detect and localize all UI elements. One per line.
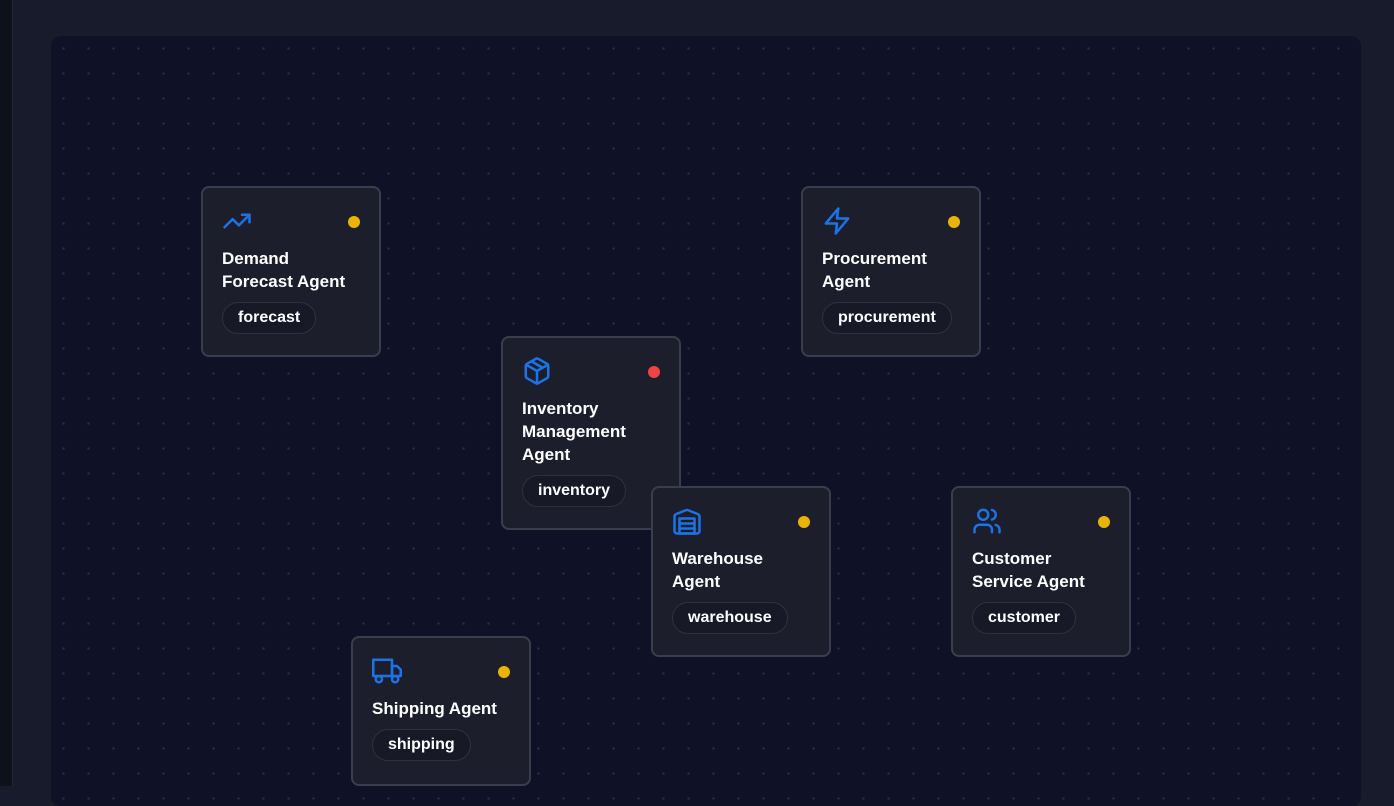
agent-tag: procurement — [822, 302, 952, 334]
side-panel-edge — [0, 0, 13, 786]
agent-title: Customer Service Agent — [972, 549, 1085, 591]
status-indicator — [348, 216, 360, 228]
agent-title: Warehouse Agent — [672, 549, 764, 591]
package-icon — [522, 356, 552, 386]
agent-flow-canvas[interactable]: Demand Forecast Agent forecast Procureme… — [51, 36, 1361, 806]
connection-edges — [290, 244, 322, 261]
trending-up-icon — [222, 206, 252, 236]
agent-tag: warehouse — [672, 602, 788, 634]
agent-node-shipping[interactable]: Shipping Agent shipping — [351, 636, 531, 786]
agent-tag: customer — [972, 602, 1077, 634]
agent-tag: inventory — [522, 475, 627, 507]
status-indicator — [1098, 516, 1110, 528]
agent-title: Shipping Agent — [372, 699, 497, 718]
warehouse-icon — [672, 506, 702, 536]
agent-tag: forecast — [222, 302, 317, 334]
agent-tag: shipping — [372, 729, 471, 761]
users-icon — [972, 506, 1002, 536]
status-indicator — [948, 216, 960, 228]
status-indicator — [498, 666, 510, 678]
agent-node-forecast[interactable]: Demand Forecast Agent forecast — [201, 186, 381, 357]
agent-node-procurement[interactable]: Procurement Agent procurement — [801, 186, 981, 357]
agent-title: Demand Forecast Agent — [222, 249, 346, 291]
agent-title: Procurement Agent — [822, 249, 927, 291]
status-indicator — [798, 516, 810, 528]
zap-icon — [822, 206, 852, 236]
agent-title: Inventory Management Agent — [522, 399, 626, 464]
agent-node-customer[interactable]: Customer Service Agent customer — [951, 486, 1131, 657]
truck-icon — [372, 656, 402, 686]
status-indicator — [648, 366, 660, 378]
agent-node-warehouse[interactable]: Warehouse Agent warehouse — [651, 486, 831, 657]
